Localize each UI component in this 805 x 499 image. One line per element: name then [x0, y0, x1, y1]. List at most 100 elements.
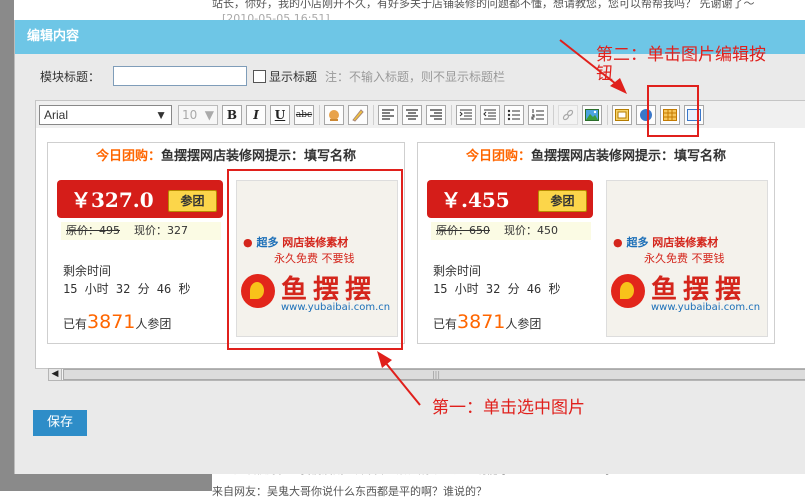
toolbar-separator	[607, 105, 608, 125]
title-note: 注：不输入标题，则不显示标题栏	[325, 69, 506, 84]
scroll-thumb[interactable]: |||	[63, 369, 805, 380]
joined-number: 3871	[457, 311, 506, 333]
product-title: 今日团购：鱼摆摆网店装修网提示：填写名称	[418, 143, 774, 170]
modal-overlay-bottom	[0, 474, 212, 491]
toolbar-separator	[553, 105, 554, 125]
remaining-time: 15 小时 32 分 46 秒	[433, 282, 561, 296]
table-icon	[663, 109, 677, 121]
text-color-icon	[329, 110, 339, 121]
table-button[interactable]	[660, 105, 680, 125]
chevron-down-icon: ▼	[155, 108, 167, 122]
indent-button[interactable]	[456, 105, 476, 125]
promo-text2: 永久免费 不要钱	[644, 252, 725, 265]
bg-message-text: 站长，你好，我的小店刚开不久，有好多关于店铺装修的问题都不懂，想请教您，您可以帮…	[212, 0, 755, 10]
font-family-select[interactable]: Arial ▼	[39, 105, 172, 125]
module-title-label: 模块标题：	[40, 69, 101, 84]
align-center-button[interactable]	[402, 105, 422, 125]
toolbar-separator	[319, 105, 320, 125]
compass-icon	[640, 109, 652, 121]
outdent-button[interactable]	[480, 105, 500, 125]
current-price: 现价：327	[134, 224, 188, 237]
price-detail: 原价：650 现价：450	[431, 222, 591, 240]
align-center-icon	[406, 109, 418, 120]
joined-prefix: 已有	[433, 317, 458, 331]
align-left-button[interactable]	[378, 105, 398, 125]
emoticon-button[interactable]	[636, 105, 656, 125]
price-value: ￥.455	[441, 188, 510, 212]
link-icon	[562, 109, 574, 121]
font-size-value: 10	[182, 108, 198, 122]
annotation-step1: 第一：单击选中图片	[432, 398, 585, 418]
product-image[interactable]: ● 超多 网店装修素材 永久免费 不要钱 鱼摆摆 www.yubaibai.co…	[236, 180, 398, 337]
product-title: 今日团购：鱼摆摆网店装修网提示：填写名称	[48, 143, 404, 170]
joined-suffix: 人参团	[135, 317, 172, 331]
promo-brand: 鱼摆摆	[281, 275, 378, 305]
align-left-icon	[382, 109, 394, 120]
promo-url: www.yubaibai.com.cn	[281, 302, 391, 313]
product-name: 鱼摆摆网店装修网提示：填写名称	[161, 149, 357, 164]
joined-suffix: 人参团	[505, 317, 542, 331]
numbered-list-icon	[531, 109, 544, 120]
outdent-icon	[483, 109, 496, 120]
editor-toolbar: Arial ▼ 10 ▼ B I U abc	[35, 100, 805, 130]
link-button[interactable]	[558, 105, 578, 125]
joined-count: 已有3871人参团	[63, 311, 171, 333]
remaining-label: 剩余时间	[433, 264, 482, 278]
show-title-checkbox[interactable]	[253, 69, 266, 83]
italic-button[interactable]: I	[246, 105, 266, 125]
bg-comment-text: 来自网友：吴鬼大哥你说什么东西都是平的啊？谁说的？	[212, 485, 487, 498]
align-right-icon	[430, 109, 442, 120]
today-label: 今日团购：	[465, 149, 531, 164]
toolbar-separator	[451, 105, 452, 125]
join-button[interactable]: 参团	[168, 190, 217, 212]
chevron-down-icon: ▼	[204, 108, 214, 122]
annotation-step2-cont: 钮	[596, 64, 613, 84]
price-bar: ￥.455 参团	[427, 180, 593, 218]
promo-brand-small: 超多	[256, 236, 279, 249]
fish-logo-icon	[611, 274, 645, 308]
text-color-button[interactable]	[324, 105, 344, 125]
align-right-button[interactable]	[426, 105, 446, 125]
source-button[interactable]	[684, 105, 704, 125]
indent-icon	[459, 109, 472, 120]
promo-line1: ● 超多 网店装修素材	[243, 236, 349, 249]
original-price: 原价：495	[66, 224, 120, 237]
price-detail: 原价：495 现价：327	[61, 222, 221, 240]
bold-button[interactable]: B	[222, 105, 242, 125]
bullet-list-button[interactable]	[504, 105, 524, 125]
show-title-label[interactable]: 显示标题	[269, 68, 317, 85]
join-button[interactable]: 参团	[538, 190, 587, 212]
product-image[interactable]: ● 超多 网店装修素材 永久免费 不要钱 鱼摆摆 www.yubaibai.co…	[606, 180, 768, 337]
product-card: 今日团购：鱼摆摆网店装修网提示：填写名称 ￥327.0 参团 原价：495 现价：…	[47, 142, 405, 344]
image-button[interactable]	[582, 105, 602, 125]
source-icon	[687, 109, 701, 121]
save-button[interactable]: 保存	[33, 410, 87, 436]
remaining-time: 15 小时 32 分 46 秒	[63, 282, 191, 296]
current-price: 现价：450	[504, 224, 558, 237]
media-icon	[615, 109, 629, 121]
font-size-select[interactable]: 10 ▼	[178, 105, 218, 125]
horizontal-scrollbar[interactable]: ◀ |||	[48, 368, 805, 381]
promo-brand: 鱼摆摆	[651, 275, 748, 305]
flash-button[interactable]	[612, 105, 632, 125]
module-title-row: 模块标题： 显示标题 注：不输入标题，则不显示标题栏	[40, 66, 505, 86]
price-value: ￥327.0	[71, 188, 154, 212]
promo-line1: ● 超多 网店装修素材	[613, 236, 719, 249]
promo-text1: 网店装修素材	[282, 236, 349, 249]
annotation-step2: 第二：单击图片编辑按	[596, 45, 766, 65]
fish-logo-icon	[241, 274, 275, 308]
promo-url: www.yubaibai.com.cn	[651, 302, 761, 313]
numbered-list-button[interactable]	[528, 105, 548, 125]
pencil-icon	[352, 109, 364, 122]
font-family-value: Arial	[44, 108, 69, 122]
scroll-left-icon[interactable]: ◀	[49, 369, 62, 380]
underline-button[interactable]: U	[270, 105, 290, 125]
remaining-label: 剩余时间	[63, 264, 112, 278]
highlight-button[interactable]	[348, 105, 368, 125]
module-title-input[interactable]	[113, 66, 247, 86]
strikethrough-button[interactable]: abc	[294, 105, 314, 125]
today-label: 今日团购：	[95, 149, 161, 164]
joined-number: 3871	[87, 311, 136, 333]
promo-brand-small: 超多	[626, 236, 649, 249]
editor-content-area[interactable]: 今日团购：鱼摆摆网店装修网提示：填写名称 ￥327.0 参团 原价：495 现价：…	[35, 128, 805, 369]
